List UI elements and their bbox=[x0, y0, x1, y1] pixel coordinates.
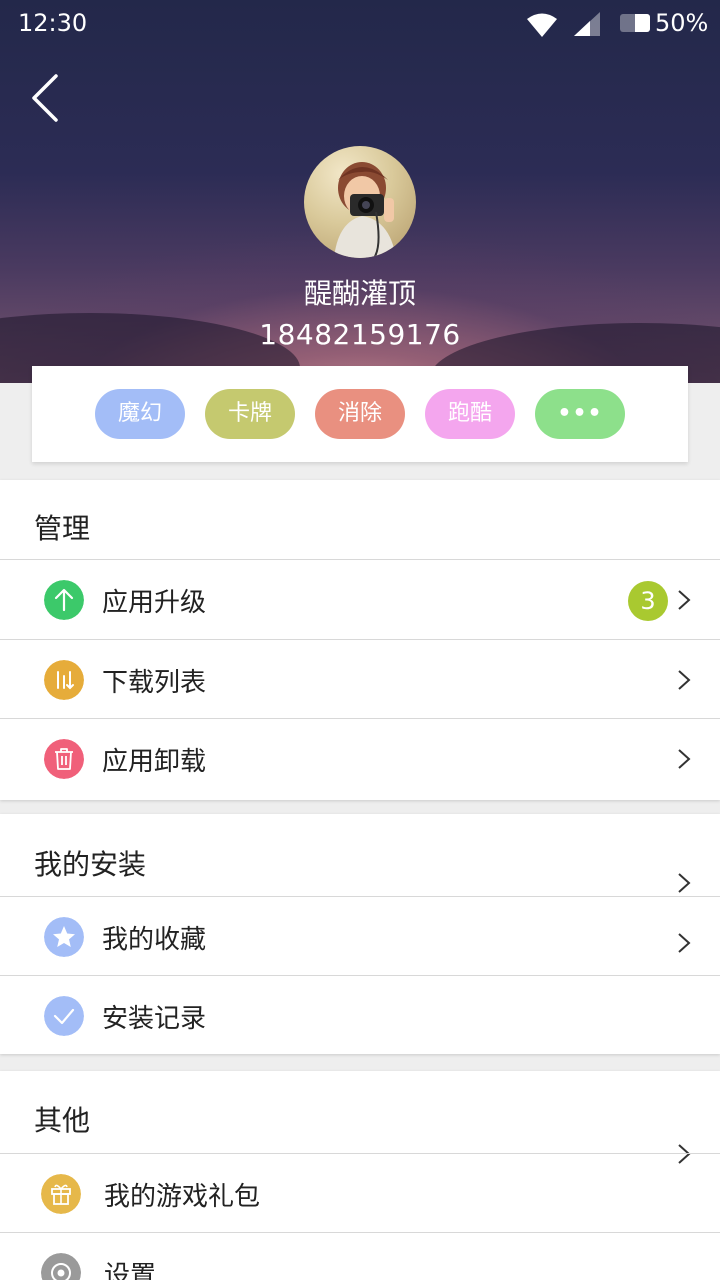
back-button[interactable] bbox=[22, 70, 74, 126]
row-label: 安装记录 bbox=[102, 1004, 207, 1034]
divider bbox=[0, 639, 720, 640]
gift-icon bbox=[41, 1174, 81, 1214]
chevron-right-icon bbox=[678, 749, 691, 769]
avatar[interactable] bbox=[304, 146, 416, 258]
row-label: 我的游戏礼包 bbox=[104, 1182, 261, 1212]
download-list-icon bbox=[44, 660, 84, 700]
tag-fantasy[interactable]: 魔幻 bbox=[95, 389, 185, 439]
tag-match[interactable]: 消除 bbox=[315, 389, 405, 439]
chevron-right-icon bbox=[678, 933, 691, 953]
row-install-history[interactable]: 安装记录 bbox=[0, 977, 720, 1055]
chevron-right-icon bbox=[678, 670, 691, 690]
arrow-up-icon bbox=[44, 580, 84, 620]
signal-icon bbox=[574, 12, 600, 36]
divider bbox=[0, 975, 720, 976]
chevron-right-icon[interactable] bbox=[676, 872, 692, 894]
interest-tags-card: 魔幻 卡牌 消除 跑酷 ••• bbox=[32, 366, 688, 462]
row-app-uninstall[interactable]: 应用卸载 bbox=[0, 720, 720, 798]
divider bbox=[0, 1153, 720, 1154]
row-download-list[interactable]: 下载列表 bbox=[0, 641, 720, 719]
row-label: 我的收藏 bbox=[102, 925, 207, 955]
tag-parkour[interactable]: 跑酷 bbox=[425, 389, 515, 439]
status-bar: 12:30 50% bbox=[0, 0, 720, 48]
section-my-installs: 我的安装 我的收藏 安装记录 bbox=[0, 814, 720, 1054]
tag-card-game[interactable]: 卡牌 bbox=[205, 389, 295, 439]
phone-number: 18482159176 bbox=[259, 318, 461, 351]
section-manage: 管理 应用升级 3 下载列表 应用卸载 bbox=[0, 480, 720, 800]
tag-more-button[interactable]: ••• bbox=[535, 389, 625, 439]
divider bbox=[0, 718, 720, 719]
divider bbox=[0, 896, 720, 897]
battery-percent: 50% bbox=[655, 9, 709, 37]
row-settings[interactable]: 设置 bbox=[0, 1234, 720, 1280]
row-game-gift-packs[interactable]: 我的游戏礼包 bbox=[0, 1155, 720, 1233]
profile-header: 12:30 50% 醍醐灌顶 18482159176 bbox=[0, 0, 720, 383]
row-label: 设置 bbox=[104, 1261, 157, 1280]
star-icon bbox=[44, 917, 84, 957]
row-label: 应用卸载 bbox=[102, 747, 207, 777]
divider bbox=[0, 559, 720, 560]
row-label: 应用升级 bbox=[102, 588, 207, 618]
gear-icon bbox=[41, 1253, 81, 1280]
section-title: 我的安装 bbox=[34, 848, 147, 881]
battery-icon bbox=[620, 14, 650, 32]
update-count-badge: 3 bbox=[628, 581, 668, 621]
chevron-right-icon bbox=[678, 590, 691, 610]
section-title: 其他 bbox=[34, 1104, 91, 1137]
row-label: 下载列表 bbox=[102, 668, 207, 698]
section-title: 管理 bbox=[34, 512, 91, 545]
divider bbox=[0, 1232, 720, 1233]
username: 醍醐灌顶 bbox=[303, 277, 416, 310]
status-time: 12:30 bbox=[18, 9, 88, 37]
section-other: 其他 我的游戏礼包 设置 bbox=[0, 1071, 720, 1280]
row-my-favorites[interactable]: 我的收藏 bbox=[0, 898, 720, 976]
row-app-upgrade[interactable]: 应用升级 3 bbox=[0, 561, 720, 639]
check-icon bbox=[44, 996, 84, 1036]
avatar-photo bbox=[334, 162, 396, 258]
wifi-icon bbox=[527, 13, 557, 37]
trash-icon bbox=[44, 739, 84, 779]
